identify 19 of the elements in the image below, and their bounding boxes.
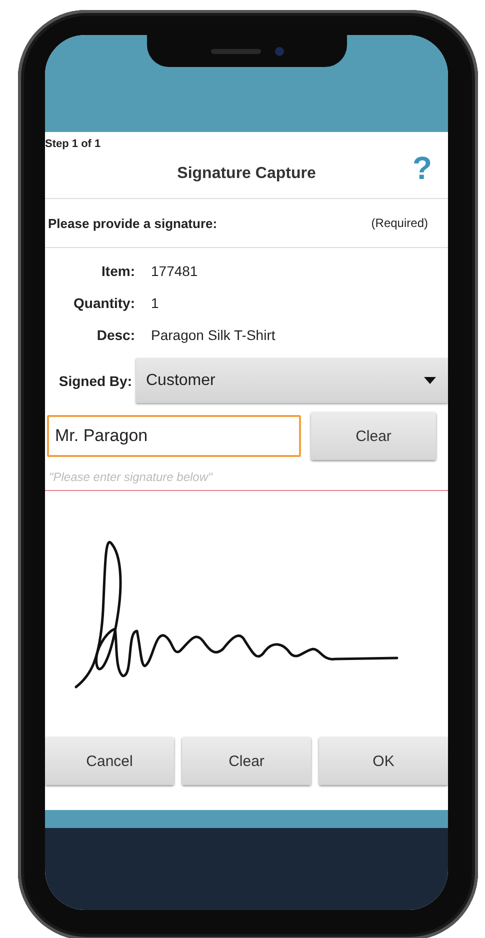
detail-value: 1: [151, 295, 160, 311]
detail-label: Desc:: [96, 327, 135, 343]
screen-title: Signature Capture: [177, 165, 316, 183]
action-button[interactable]: Cancel: [45, 737, 174, 785]
signed-by-label: Signed By:: [58, 372, 132, 388]
signature-hint: "Please enter signature below": [45, 460, 448, 491]
detail-value: Paragon Silk T-Shirt: [151, 327, 276, 343]
action-button[interactable]: Clear: [182, 737, 311, 785]
detail-label: Item:: [100, 263, 135, 279]
required-note: (Required): [371, 216, 428, 230]
clear-name-button[interactable]: Clear: [311, 412, 436, 460]
action-button[interactable]: OK: [319, 737, 448, 785]
detail-value: 177481: [151, 263, 199, 279]
prompt-text: Please provide a signature:: [48, 216, 218, 230]
caret-icon: [424, 377, 436, 384]
detail-label: Quantity:: [72, 295, 135, 311]
step-counter: Step 1 of 1: [45, 137, 102, 150]
name-input-field[interactable]: Mr. Paragon: [47, 415, 301, 457]
signed-by-dropdown[interactable]: Customer: [136, 358, 448, 403]
